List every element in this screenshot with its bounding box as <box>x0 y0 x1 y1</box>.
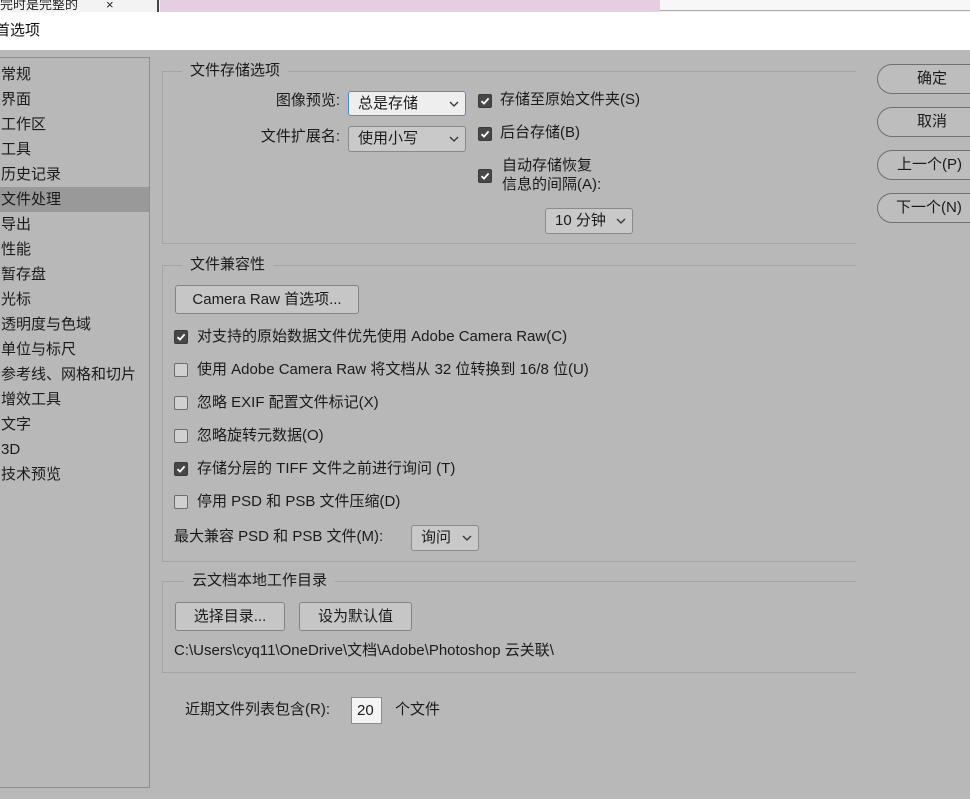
sidebar-item-label: 技术预览 <box>1 466 62 483</box>
max-compatibility-value: 询问 <box>421 529 452 546</box>
sidebar-item-label: 参考线、网格和切片 <box>1 366 137 383</box>
background-canvas-area <box>160 0 660 12</box>
sidebar-item-label: 导出 <box>1 216 32 233</box>
check-icon <box>480 172 490 180</box>
image-preview-value: 总是存储 <box>358 95 419 112</box>
max-compatibility-select[interactable]: 询问 <box>411 525 479 551</box>
dialog-title-bar: 首选项 <box>0 12 970 50</box>
image-preview-select[interactable]: 总是存储 <box>348 91 466 116</box>
background-save-label[interactable]: 后台存储(B) <box>500 124 580 142</box>
file-extension-value: 使用小写 <box>358 130 419 147</box>
sidebar-item-label: 文字 <box>1 416 32 433</box>
ok-button[interactable]: 确定 <box>877 64 970 94</box>
autosave-checkbox[interactable] <box>478 169 492 183</box>
check-icon <box>176 333 186 341</box>
sidebar-item-cursors[interactable]: 光标 <box>0 287 149 312</box>
sidebar-item-export[interactable]: 导出 <box>0 212 149 237</box>
ask-before-layered-tiff-checkbox[interactable] <box>174 462 188 476</box>
sidebar-item-label: 工作区 <box>1 116 47 133</box>
autosave-interval-value: 10 分钟 <box>555 212 606 229</box>
save-to-original-label[interactable]: 存储至原始文件夹(S) <box>500 91 640 109</box>
sidebar-item-scratch-disks[interactable]: 暂存盘 <box>0 262 149 287</box>
sidebar-item-file-handling[interactable]: 文件处理 <box>0 187 149 212</box>
sidebar-item-plugins[interactable]: 增效工具 <box>0 387 149 412</box>
sidebar-item-label: 界面 <box>1 91 32 108</box>
sidebar-item-label: 历史记录 <box>1 166 62 183</box>
sidebar-item-history-log[interactable]: 历史记录 <box>0 162 149 187</box>
disable-psd-compression-label[interactable]: 停用 PSD 和 PSB 文件压缩(D) <box>197 493 400 511</box>
sidebar-item-interface[interactable]: 界面 <box>0 87 149 112</box>
sidebar-item-label: 性能 <box>1 241 32 258</box>
disable-psd-compression-checkbox[interactable] <box>174 495 188 509</box>
recent-files-unit: 个文件 <box>395 701 441 718</box>
sidebar-item-units-rulers[interactable]: 单位与标尺 <box>0 337 149 362</box>
previous-button[interactable]: 上一个(P) <box>877 150 970 180</box>
ignore-rotation-metadata-checkbox[interactable] <box>174 429 188 443</box>
check-icon <box>480 130 490 138</box>
reset-default-button[interactable]: 设为默认值 <box>299 602 412 631</box>
ask-before-layered-tiff-label[interactable]: 存储分层的 TIFF 文件之前进行询问 (T) <box>197 460 455 478</box>
chevron-down-icon <box>449 136 459 142</box>
max-compatibility-label: 最大兼容 PSD 和 PSB 文件(M): <box>174 528 384 545</box>
sidebar-item-technology-previews[interactable]: 技术预览 <box>0 462 149 487</box>
sidebar-item-label: 工具 <box>1 141 32 158</box>
convert-32-to-16-label[interactable]: 使用 Adobe Camera Raw 将文档从 32 位转换到 16/8 位(… <box>197 361 589 379</box>
group-title-cloud-directory: 云文档本地工作目录 <box>184 572 336 590</box>
ignore-rotation-metadata-label[interactable]: 忽略旋转元数据(O) <box>197 427 324 445</box>
sidebar-item-label: 透明度与色域 <box>1 316 92 333</box>
file-extension-label: 文件扩展名: <box>260 128 340 145</box>
cloud-directory-path: C:\Users\cyq11\OneDrive\文档\Adobe\Photosh… <box>174 642 554 659</box>
sidebar-item-general[interactable]: 常规 <box>0 62 149 87</box>
background-save-checkbox[interactable] <box>478 127 492 141</box>
sidebar-item-label: 单位与标尺 <box>1 341 77 358</box>
sidebar-item-label: 3D <box>1 441 21 458</box>
ignore-exif-profile-label[interactable]: 忽略 EXIF 配置文件标记(X) <box>197 394 379 412</box>
chevron-down-icon <box>449 101 459 107</box>
sidebar-item-workspace[interactable]: 工作区 <box>0 112 149 137</box>
save-to-original-checkbox[interactable] <box>478 94 492 108</box>
sidebar-item-transparency-gamut[interactable]: 透明度与色域 <box>0 312 149 337</box>
prefer-camera-raw-checkbox[interactable] <box>174 330 188 344</box>
group-title-file-saving: 文件存储选项 <box>182 62 289 80</box>
ignore-exif-profile-checkbox[interactable] <box>174 396 188 410</box>
group-title-file-compatibility: 文件兼容性 <box>182 256 274 274</box>
sidebar-item-3d[interactable]: 3D <box>0 437 149 462</box>
check-icon <box>176 465 186 473</box>
sidebar-item-label: 文件处理 <box>1 191 62 208</box>
autosave-interval-select[interactable]: 10 分钟 <box>545 208 633 234</box>
sidebar-item-label: 光标 <box>1 291 32 308</box>
sidebar-item-tools[interactable]: 工具 <box>0 137 149 162</box>
prefer-camera-raw-label[interactable]: 对支持的原始数据文件优先使用 Adobe Camera Raw(C) <box>197 328 567 346</box>
background-panel-area <box>660 0 970 11</box>
sidebar-item-performance[interactable]: 性能 <box>0 237 149 262</box>
sidebar-item-label: 增效工具 <box>1 391 62 408</box>
convert-32-to-16-checkbox[interactable] <box>174 363 188 377</box>
choose-directory-button[interactable]: 选择目录... <box>175 602 285 631</box>
background-tab-title[interactable]: 完时是完整的 <box>0 0 78 12</box>
cancel-button[interactable]: 取消 <box>877 107 970 137</box>
file-extension-select[interactable]: 使用小写 <box>348 126 466 152</box>
sidebar-item-label: 常规 <box>1 66 32 83</box>
recent-files-label: 近期文件列表包含(R): <box>185 701 330 718</box>
sidebar-item-type[interactable]: 文字 <box>0 412 149 437</box>
chevron-down-icon <box>616 218 626 224</box>
sidebar-item-label: 暂存盘 <box>1 266 47 283</box>
sidebar-category-list: 常规 界面 工作区 工具 历史记录 文件处理 导出 性能 暂存盘 光标 透明度与… <box>0 57 150 788</box>
recent-files-count-input[interactable]: 20 <box>351 697 382 724</box>
sidebar-item-guides-grid-slices[interactable]: 参考线、网格和切片 <box>0 362 149 387</box>
dialog-title: 首选项 <box>0 22 41 39</box>
tab-divider <box>157 0 159 12</box>
next-button[interactable]: 下一个(N) <box>877 193 970 223</box>
camera-raw-preferences-button[interactable]: Camera Raw 首选项... <box>175 285 359 314</box>
close-icon[interactable]: × <box>106 0 114 12</box>
chevron-down-icon <box>462 535 472 541</box>
autosave-label-line2[interactable]: 信息的间隔(A): <box>502 176 601 194</box>
image-preview-label: 图像预览: <box>275 92 340 109</box>
check-icon <box>480 97 490 105</box>
background-tab-strip: 完时是完整的 × <box>0 0 970 12</box>
autosave-label-line1[interactable]: 自动存储恢复 <box>502 157 592 175</box>
